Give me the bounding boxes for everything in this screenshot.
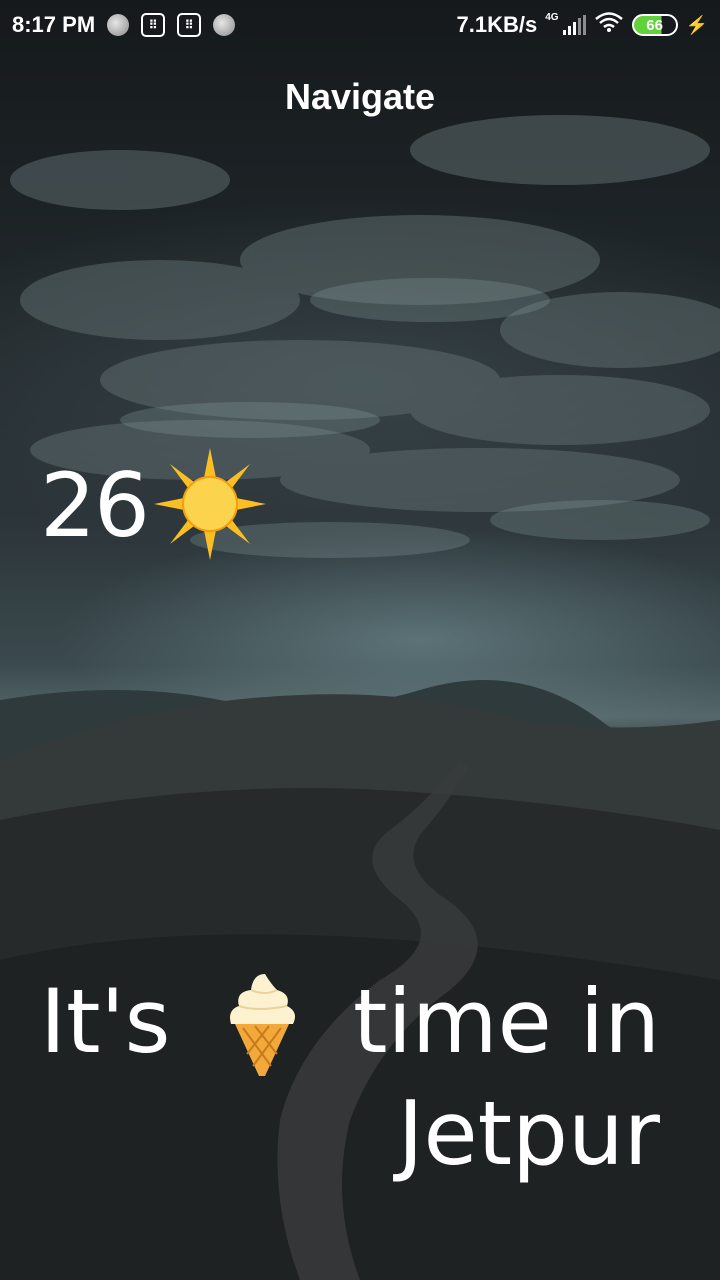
city-name: Jetpur — [397, 1082, 660, 1185]
network-type: 4G — [545, 11, 559, 23]
navigate-button[interactable]: Navigate — [0, 76, 720, 118]
sim-card-icon: ⠿ — [177, 13, 202, 37]
network-speed: 7.1KB/s — [456, 12, 538, 37]
weather-widget: 26 — [40, 448, 266, 564]
status-time: 8:17 PM — [12, 12, 96, 37]
headline-suffix: time in — [352, 970, 660, 1073]
wifi-icon — [594, 11, 624, 39]
record-dot-icon — [213, 14, 236, 36]
headline-prefix: It's — [40, 970, 171, 1073]
battery-level: 66 — [646, 16, 663, 34]
sun-icon — [153, 448, 266, 564]
signal-icon — [562, 15, 586, 35]
status-bar: 8:17 PM ⠿ ⠿ 7.1KB/s 4G 66 ⚡ — [0, 0, 720, 50]
headline-message: It's time in Jetpur — [40, 966, 660, 1190]
charging-bolt-icon: ⚡ — [685, 14, 708, 35]
temperature: 26 — [40, 454, 150, 557]
ice-cream-icon — [221, 966, 303, 1078]
battery-icon: 66 — [631, 14, 678, 36]
record-dot-icon — [107, 14, 130, 36]
sim-card-icon: ⠿ — [141, 13, 166, 37]
